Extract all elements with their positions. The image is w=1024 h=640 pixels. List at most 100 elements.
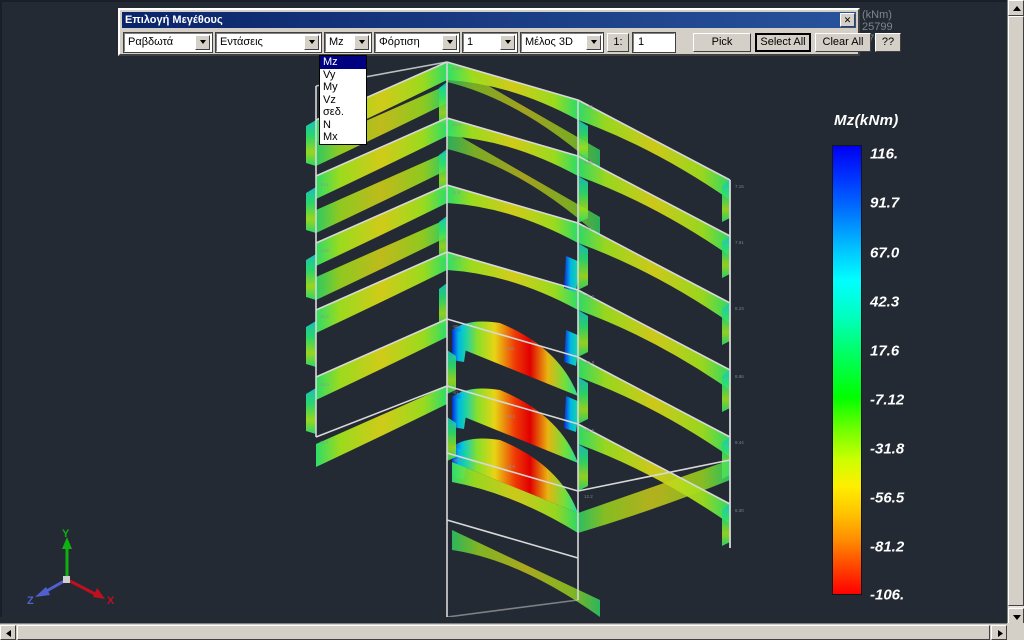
svg-text:12.7: 12.7 <box>452 256 461 261</box>
scrollbar-corner <box>1007 623 1024 640</box>
chevron-down-icon[interactable] <box>442 34 457 50</box>
svg-text:-94.6: -94.6 <box>505 464 516 469</box>
svg-text:-61.4: -61.4 <box>452 390 463 395</box>
legend-label-3: 42.3 <box>870 293 900 311</box>
chevron-down-icon[interactable] <box>586 34 601 50</box>
member-type-combo[interactable]: Μέλος 3D <box>520 31 604 53</box>
color-legend: Mz(kNm) 116. 91.7 67.0 42.3 17.6 -7.12 -… <box>826 112 996 607</box>
member-type-value: Μέλος 3D <box>525 36 573 48</box>
legend-label-2: 67.0 <box>870 244 900 262</box>
chevron-down-icon[interactable] <box>304 34 319 50</box>
component-dropdown-list[interactable]: Mz Vy My Vz σεδ. N Mx <box>319 55 367 145</box>
scroll-right-icon[interactable] <box>991 625 1007 640</box>
obscured-readout-line-2: 25799 <box>862 21 893 33</box>
dropdown-option-n[interactable]: N <box>320 119 366 132</box>
chevron-down-icon[interactable] <box>500 34 515 50</box>
svg-text:8.23: 8.23 <box>735 306 744 311</box>
horizontal-scrollbar[interactable] <box>0 623 1024 640</box>
svg-text:13.8: 13.8 <box>320 248 329 253</box>
svg-text:10.1: 10.1 <box>584 226 593 231</box>
scroll-up-icon[interactable] <box>1008 0 1024 16</box>
legend-label-8: -81.2 <box>870 538 905 556</box>
svg-text:11.7: 11.7 <box>320 440 329 445</box>
dropdown-option-vz[interactable]: Vz <box>320 94 366 107</box>
svg-text:-33.2: -33.2 <box>584 294 595 299</box>
svg-text:-31.5: -31.5 <box>584 428 595 433</box>
axis-x-label: X <box>107 595 115 607</box>
svg-text:-35.9: -35.9 <box>584 360 595 365</box>
element-type-value: Ραβδωτά <box>128 36 174 48</box>
vertical-scroll-track[interactable] <box>1008 16 1024 608</box>
dropdown-option-sed[interactable]: σεδ. <box>320 106 366 119</box>
svg-text:7.15: 7.15 <box>735 184 744 189</box>
scale-label-button[interactable]: 1: <box>607 32 629 52</box>
3d-viewport[interactable]: 12.414.1 13.815.2 16.011.7 9.32 10.5 11.… <box>0 0 1008 617</box>
svg-text:14.1: 14.1 <box>320 182 329 187</box>
result-category-combo[interactable]: Εντάσεις <box>215 31 322 53</box>
vertical-scroll-thumb[interactable] <box>1008 16 1024 606</box>
element-type-combo[interactable]: Ραβδωτά <box>123 31 213 53</box>
axis-y-label: Y <box>62 528 70 540</box>
application-window: 12.414.1 13.815.2 16.011.7 9.32 10.5 11.… <box>0 0 1024 640</box>
axis-x: X <box>67 578 115 607</box>
dropdown-option-vy[interactable]: Vy <box>320 69 366 82</box>
svg-text:9.44: 9.44 <box>735 440 744 445</box>
case-type-combo[interactable]: Φόρτιση <box>374 31 460 53</box>
axis-z: Z <box>27 578 67 607</box>
legend-label-6: -31.8 <box>870 440 905 458</box>
obscured-readout-line-1: (kNm) <box>862 9 892 21</box>
svg-text:10.5: 10.5 <box>452 122 461 127</box>
scroll-down-icon[interactable] <box>1008 608 1024 624</box>
svg-text:-106.: -106. <box>505 346 515 351</box>
pick-button[interactable]: Pick <box>693 32 751 52</box>
axis-triad-indicator: Y X Z <box>27 528 115 607</box>
chevron-down-icon[interactable] <box>195 34 210 50</box>
svg-text:-55.1: -55.1 <box>452 324 463 329</box>
legend-label-9: -106. <box>870 586 905 604</box>
legend-label-0: 116. <box>870 145 899 163</box>
chevron-down-icon[interactable] <box>354 34 369 50</box>
case-number-value: 1 <box>467 36 474 48</box>
svg-text:16.0: 16.0 <box>320 382 329 387</box>
result-category-value: Εντάσεις <box>220 36 263 48</box>
scroll-left-icon[interactable] <box>0 625 16 640</box>
legend-label-1: 91.7 <box>870 194 900 212</box>
dropdown-option-mz[interactable]: Mz <box>320 56 366 69</box>
legend-color-bar <box>832 145 862 595</box>
svg-text:-58.8: -58.8 <box>452 458 463 463</box>
legend-label-4: 17.6 <box>870 342 900 360</box>
dialog-title-bar[interactable]: Επιλογή Μεγέθους ✕ <box>122 12 856 28</box>
axis-z-label: Z <box>27 595 34 607</box>
horizontal-scroll-thumb[interactable] <box>17 625 990 640</box>
axis-origin-marker <box>63 576 70 583</box>
component-combo[interactable]: Mz <box>324 31 372 53</box>
vertical-scrollbar[interactable] <box>1007 0 1024 624</box>
legend-label-7: -56.5 <box>870 489 905 507</box>
svg-text:6.30: 6.30 <box>735 508 744 513</box>
dropdown-option-mx[interactable]: Mx <box>320 131 366 144</box>
svg-text:11.9: 11.9 <box>452 190 461 195</box>
svg-text:12.2: 12.2 <box>584 494 593 499</box>
axis-y: Y <box>62 528 72 579</box>
dialog-toolbar: Ραβδωτά Εντάσεις Mz Φόρτιση 1 Μέλος 3D 1… <box>122 30 901 54</box>
size-selection-dialog[interactable]: Επιλογή Μεγέθους ✕ Ραβδωτά Εντάσεις Mz Φ… <box>118 8 901 56</box>
scale-input[interactable]: 1 <box>632 31 676 53</box>
svg-text:9.06: 9.06 <box>584 160 593 165</box>
component-value: Mz <box>329 36 344 48</box>
close-icon[interactable]: ✕ <box>840 13 855 27</box>
case-type-value: Φόρτιση <box>379 36 420 48</box>
legend-label-5: -7.12 <box>870 391 905 409</box>
svg-text:8.44: 8.44 <box>584 104 593 109</box>
svg-text:7.91: 7.91 <box>735 240 744 245</box>
help-button[interactable]: ?? <box>875 32 901 52</box>
dialog-title-text: Επιλογή Μεγέθους <box>125 14 223 26</box>
select-all-button[interactable]: Select All <box>755 32 811 52</box>
svg-text:-99.2: -99.2 <box>505 414 516 419</box>
dropdown-option-my[interactable]: My <box>320 81 366 94</box>
svg-text:8.86: 8.86 <box>735 374 744 379</box>
svg-text:15.2: 15.2 <box>320 314 329 319</box>
case-number-combo[interactable]: 1 <box>462 31 518 53</box>
svg-text:9.32: 9.32 <box>452 66 461 71</box>
clear-all-button[interactable]: Clear All <box>815 32 871 52</box>
legend-title: Mz(kNm) <box>834 112 899 129</box>
